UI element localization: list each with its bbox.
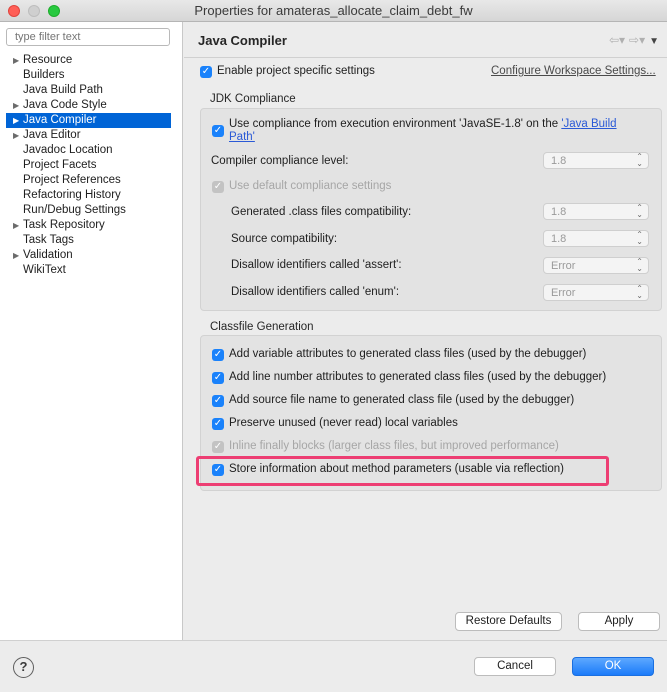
compliance-level-value: 1.8 [551, 155, 567, 167]
use-compliance-label: Use compliance from execution environmen… [229, 118, 617, 144]
expand-arrow-icon[interactable]: ▶ [13, 53, 19, 68]
enum-value: Error [551, 287, 576, 299]
source-compat-value: 1.8 [551, 233, 567, 245]
sidebar-item-label: Task Tags [23, 234, 74, 246]
assert-value: Error [551, 260, 576, 272]
sidebar-item[interactable]: Task Tags [6, 233, 171, 248]
use-default-checkbox[interactable]: ✓ [212, 181, 224, 193]
classfile-option-label: Preserve unused (never read) local varia… [229, 417, 458, 429]
use-compliance-checkbox[interactable]: ✓ [212, 125, 224, 137]
sidebar-item-label: Builders [23, 69, 65, 81]
configure-workspace-link[interactable]: Configure Workspace Settings... [491, 65, 656, 77]
title-separator [184, 57, 667, 58]
sidebar-item-label: Resource [23, 54, 73, 66]
window-title: Properties for amateras_allocate_claim_d… [194, 3, 473, 18]
sidebar-item-label: Java Build Path [23, 84, 103, 96]
sidebar-item-label: WikiText [23, 264, 66, 276]
sidebar-item[interactable]: Java Build Path [6, 83, 171, 98]
sidebar-item-label: Java Code Style [23, 99, 107, 111]
sidebar-item[interactable]: ▶ Resource [6, 53, 171, 68]
use-compliance-text: Use compliance from execution environmen… [229, 118, 562, 130]
sidebar-item[interactable]: ▶ Task Repository [6, 218, 171, 233]
compliance-level-select[interactable]: 1.8 ⌃ ⌄ [543, 152, 649, 169]
stepper-icon: ⌃ ⌄ [636, 284, 643, 300]
stepper-icon: ⌃ ⌄ [636, 152, 643, 168]
classfile-option-checkbox[interactable]: ✓ [212, 395, 224, 407]
sidebar-item[interactable]: ▶ Java Code Style [6, 98, 171, 113]
sidebar-item[interactable]: Refactoring History [6, 188, 171, 203]
help-icon[interactable]: ? [13, 657, 34, 678]
footer-separator [0, 640, 667, 641]
cancel-button[interactable]: Cancel [474, 657, 556, 676]
sidebar-item-label: Refactoring History [23, 189, 121, 201]
use-default-label: Use default compliance settings [229, 180, 392, 192]
classfile-option-label: Add variable attributes to generated cla… [229, 348, 587, 360]
title-bar: Properties for amateras_allocate_claim_d… [0, 0, 667, 22]
enum-select[interactable]: Error ⌃ ⌄ [543, 284, 649, 301]
classfile-option-checkbox[interactable]: ✓ [212, 349, 224, 361]
preference-tree: ▶ Resource Builders Java Build Path ▶ Java Co… [6, 53, 171, 278]
sidebar-item[interactable]: Run/Debug Settings [6, 203, 171, 218]
sidebar-item-label: Java Compiler [23, 114, 97, 126]
back-arrow-icon[interactable]: ⇦▾ [609, 33, 625, 47]
source-compat-select[interactable]: 1.8 ⌃ ⌄ [543, 230, 649, 247]
sidebar-item[interactable]: ▶ Validation [6, 248, 171, 263]
sidebar-item[interactable]: ▶ Java Editor [6, 128, 171, 143]
sidebar-item[interactable]: Javadoc Location [6, 143, 171, 158]
apply-button[interactable]: Apply [578, 612, 660, 631]
generated-compat-value: 1.8 [551, 206, 567, 218]
filter-input[interactable] [6, 28, 170, 46]
assert-select[interactable]: Error ⌃ ⌄ [543, 257, 649, 274]
ok-button[interactable]: OK [572, 657, 654, 676]
page-title: Java Compiler [198, 33, 287, 48]
java-build-path-link[interactable]: 'Java Build [561, 118, 616, 130]
view-menu-icon[interactable]: ▼ [649, 36, 659, 47]
expand-arrow-icon[interactable]: ▶ [13, 218, 19, 233]
classfile-option-label: Add line number attributes to generated … [229, 371, 607, 383]
source-compat-label: Source compatibility: [231, 233, 338, 245]
expand-arrow-icon[interactable]: ▶ [13, 113, 19, 128]
classfile-option-label: Add source file name to generated class … [229, 394, 575, 406]
expand-arrow-icon[interactable]: ▶ [13, 128, 19, 143]
nav-arrows: ⇦▾ ⇨▾ ▼ [605, 33, 659, 47]
stepper-icon: ⌃ ⌄ [636, 203, 643, 219]
sidebar-item[interactable]: Builders [6, 68, 171, 83]
classfile-option-label: Inline finally blocks (larger class file… [229, 440, 559, 452]
stepper-icon: ⌃ ⌄ [636, 257, 643, 273]
enable-specific-checkbox[interactable]: ✓ [200, 66, 212, 78]
jdk-compliance-title: JDK Compliance [210, 93, 296, 105]
sidebar-item-label: Task Repository [23, 219, 105, 231]
sidebar-item-label: Javadoc Location [23, 144, 113, 156]
java-build-path-link-cont[interactable]: Path' [229, 131, 255, 143]
enable-specific-label: Enable project specific settings [217, 65, 375, 77]
generated-compat-label: Generated .class files compatibility: [231, 206, 412, 218]
expand-arrow-icon[interactable]: ▶ [13, 248, 19, 263]
sidebar-item-label: Run/Debug Settings [23, 204, 126, 216]
restore-defaults-button[interactable]: Restore Defaults [455, 612, 562, 631]
stepper-icon: ⌃ ⌄ [636, 230, 643, 246]
sidebar-item-label: Validation [23, 249, 73, 261]
sidebar-item-label: Project Facets [23, 159, 97, 171]
expand-arrow-icon[interactable]: ▶ [13, 98, 19, 113]
classfile-option-checkbox[interactable]: ✓ [212, 418, 224, 430]
sidebar-item[interactable]: WikiText [6, 263, 171, 278]
sidebar-item[interactable]: ▶ Java Compiler [6, 113, 171, 128]
sidebar: ▶ Resource Builders Java Build Path ▶ Java Co… [0, 22, 183, 640]
compliance-level-label: Compiler compliance level: [211, 155, 349, 167]
classfile-option-checkbox[interactable]: ✓ [212, 441, 224, 453]
sidebar-item[interactable]: Project Facets [6, 158, 171, 173]
generated-compat-select[interactable]: 1.8 ⌃ ⌄ [543, 203, 649, 220]
forward-arrow-icon[interactable]: ⇨▾ [629, 33, 645, 47]
sidebar-item-label: Project References [23, 174, 121, 186]
sidebar-item-label: Java Editor [23, 129, 81, 141]
enum-label: Disallow identifiers called 'enum': [231, 286, 400, 298]
classfile-option-checkbox[interactable]: ✓ [212, 372, 224, 384]
classfile-generation-title: Classfile Generation [210, 321, 314, 333]
assert-label: Disallow identifiers called 'assert': [231, 259, 402, 271]
sidebar-item[interactable]: Project References [6, 173, 171, 188]
highlight-box [196, 456, 609, 486]
